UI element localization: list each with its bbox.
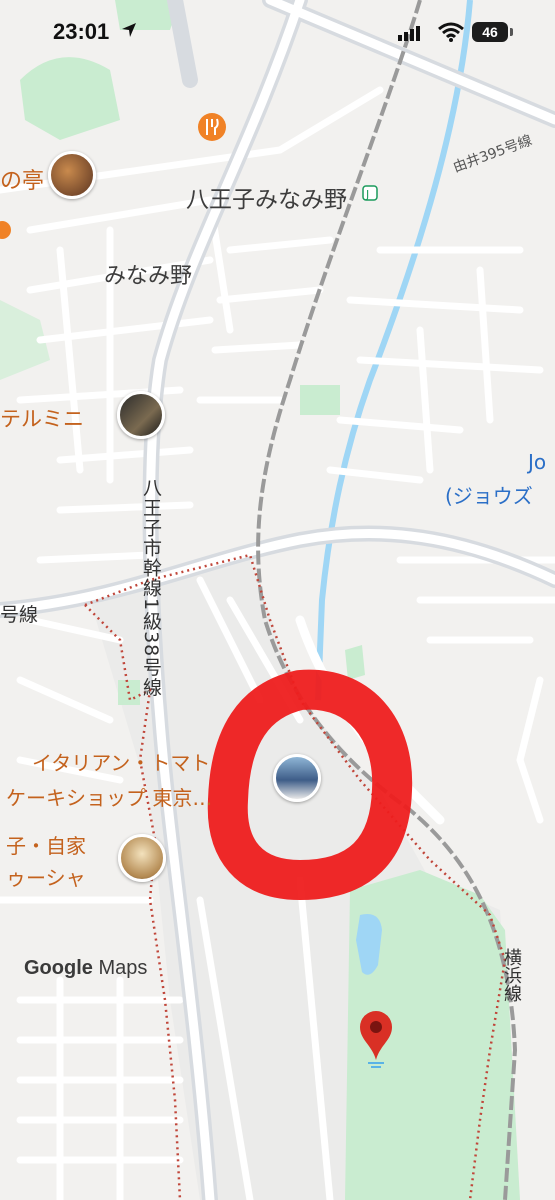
road-left-label: 号線 [0,604,39,626]
station-label[interactable]: 八王子みなみ野 [186,180,347,214]
maps-logo-text: Maps [98,957,148,979]
italian-tomato-line1[interactable]: イタリアン・トマト [32,747,210,776]
bakery-line1[interactable]: 子・自家 [6,830,86,859]
jo-label[interactable]: Jo [528,450,546,474]
location-arrow-icon [122,23,136,37]
status-time: 23:01 [53,19,110,44]
fork-knife-icon[interactable] [198,113,226,141]
yokohama-line-label: 横浜線 [501,948,522,1002]
google-logo-text: Google [24,957,93,979]
bakery-line2[interactable]: ゥーシャ [6,862,86,891]
wifi-icon [438,22,464,42]
photo-pin-restaurant[interactable] [48,151,96,199]
battery-indicator: 46 [472,22,508,42]
photo-pin-hotel[interactable] [117,391,165,439]
jo-kana-label[interactable]: (ジョウズ [445,480,533,509]
italian-tomato-line2[interactable]: ケーキショップ 東京… [6,782,212,811]
svg-text:J: J [365,188,369,201]
signal-icon [398,26,420,41]
status-bar: 23:01 46 [0,0,555,62]
google-maps-logo: Google Maps [24,957,147,980]
photo-pin-italian-tomato[interactable] [273,754,321,802]
road-38-label: 八王子市幹線1級38号線 [140,478,162,698]
battery-tip [510,28,513,36]
area-label: みなみ野 [104,264,193,289]
restaurant-label[interactable]: の亭 [0,163,44,195]
hotel-label[interactable]: テルミニ [0,403,84,433]
train-station-icon[interactable]: J [362,185,378,201]
photo-pin-bakery[interactable] [118,834,166,882]
